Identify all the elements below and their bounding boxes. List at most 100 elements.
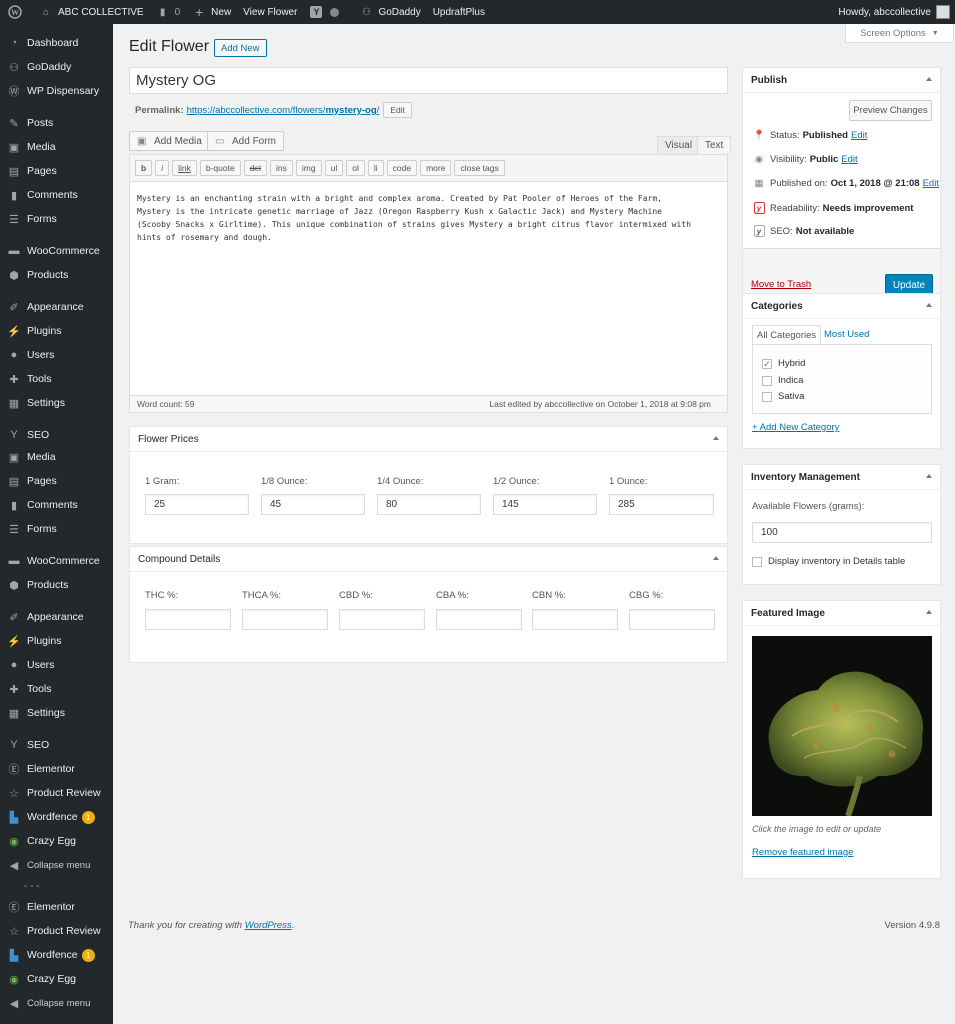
sidebar-item-appearance[interactable]: ✐ Appearance (0, 295, 113, 319)
quicktag-bquote-button[interactable]: b-quote (199, 160, 241, 176)
sidebar-item-settings[interactable]: ▦ Settings (0, 701, 113, 725)
quicktag-italic-button[interactable]: i (155, 160, 170, 176)
collapse-menu-button[interactable]: ◀ Collapse menu (0, 991, 113, 1015)
add-new-category-link[interactable]: + Add New Category (752, 422, 839, 433)
sidebar-item-dashboard[interactable]: ◔ Dashboard (0, 31, 113, 55)
edit-date-link[interactable]: Edit (923, 178, 939, 189)
price-1-gram-input[interactable] (145, 494, 249, 515)
preview-changes-button[interactable]: Preview Changes (849, 100, 932, 121)
post-title-input[interactable] (129, 67, 728, 94)
sidebar-item-elementor[interactable]: Ⓔ Elementor (0, 757, 113, 781)
available-flowers-input[interactable] (752, 522, 932, 543)
sidebar-item-seo[interactable]: Y SEO (0, 423, 113, 447)
remove-featured-image-link[interactable]: Remove featured image (752, 847, 853, 858)
quicktag-img-button[interactable]: img (295, 160, 322, 176)
edit-status-link[interactable]: Edit (851, 130, 867, 141)
sidebar-item-tools[interactable]: ✚ Tools (0, 677, 113, 701)
collapse-menu-button[interactable]: ◀ Collapse menu (0, 853, 113, 877)
wp-logo-menu[interactable]: W (0, 0, 33, 24)
thca-input[interactable] (242, 609, 328, 630)
categories-header[interactable]: Categories (743, 294, 940, 319)
screen-options-button[interactable]: Screen Options ▼ (845, 24, 954, 43)
sidebar-item-users[interactable]: ● Users (0, 343, 113, 367)
sidebar-item-products[interactable]: ⬢ Products (0, 263, 113, 287)
publish-header[interactable]: Publish (743, 68, 940, 93)
featured-image[interactable] (752, 636, 932, 816)
sidebar-item-tools[interactable]: ✚ Tools (0, 367, 113, 391)
price-ounce-input[interactable] (609, 494, 714, 515)
comments-link[interactable]: ▮ 0 (150, 0, 187, 24)
checkbox-checked[interactable]: ✓ (762, 358, 772, 369)
move-to-trash-link[interactable]: Move to Trash (751, 279, 811, 290)
view-flower-link[interactable]: View Flower (237, 0, 303, 24)
sidebar-item-settings[interactable]: ▦ Settings (0, 391, 113, 415)
sidebar-item-godaddy[interactable]: ⚇ GoDaddy (0, 55, 113, 79)
quicktag-ul-button[interactable]: ul (324, 160, 344, 176)
featured-image-header[interactable]: Featured Image (743, 601, 940, 626)
collapse-arrow-icon[interactable] (926, 303, 932, 307)
price-eighth-input[interactable] (261, 494, 365, 515)
tab-all-categories[interactable]: All Categories (752, 325, 822, 344)
thc-input[interactable] (145, 609, 231, 630)
godaddy-link[interactable]: ⚇ GoDaddy (353, 0, 426, 24)
sidebar-item-product-review[interactable]: ☆ Product Review (0, 781, 113, 805)
sidebar-item-plugins[interactable]: ⚡ Plugins (0, 319, 113, 343)
sidebar-item-product-review[interactable]: ☆ Product Review (0, 919, 113, 943)
category-sativa[interactable]: Sativa (762, 391, 804, 402)
new-content-link[interactable]: + New (186, 0, 237, 24)
quicktag-link-button[interactable]: link (172, 160, 197, 176)
collapse-arrow-icon[interactable] (713, 556, 719, 560)
wordpress-link[interactable]: WordPress (245, 920, 292, 931)
sidebar-item-products[interactable]: ⬢ Products (0, 573, 113, 597)
sidebar-item-forms[interactable]: ☰ Forms (0, 207, 113, 231)
permalink-link[interactable]: https://abccollective.com/flowers/myster… (187, 105, 380, 116)
sidebar-item-wordfence[interactable]: ▙ Wordfence 1 (0, 805, 113, 829)
quicktag-ol-button[interactable]: ol (346, 160, 365, 176)
collapse-arrow-icon[interactable] (926, 77, 932, 81)
sidebar-item-seo[interactable]: Y SEO (0, 733, 113, 757)
sidebar-item-crazy-egg[interactable]: ◉ Crazy Egg (0, 967, 113, 991)
collapse-arrow-icon[interactable] (926, 474, 932, 478)
quicktag-more-button[interactable]: more (420, 160, 452, 176)
collapse-arrow-icon[interactable] (926, 610, 932, 614)
sidebar-item-appearance[interactable]: ✐ Appearance (0, 605, 113, 629)
checkbox-unchecked[interactable] (762, 375, 772, 386)
sidebar-item-posts[interactable]: ✎ Posts (0, 111, 113, 135)
quicktag-li-button[interactable]: li (367, 160, 384, 176)
display-inventory-option[interactable]: Display inventory in Details table (752, 556, 905, 567)
sidebar-item-comments[interactable]: ▮ Comments (0, 493, 113, 517)
sidebar-item-woocommerce[interactable]: ▬ WooCommerce (0, 239, 113, 263)
updraftplus-link[interactable]: UpdraftPlus (427, 0, 491, 24)
sidebar-item-plugins[interactable]: ⚡ Plugins (0, 629, 113, 653)
tab-most-used[interactable]: Most Used (820, 325, 873, 344)
tab-text[interactable]: Text (697, 136, 732, 154)
collapse-arrow-icon[interactable] (713, 436, 719, 440)
quicktag-code-button[interactable]: code (386, 160, 418, 176)
category-hybrid[interactable]: ✓ Hybrid (762, 358, 805, 369)
quicktag-ins-button[interactable]: ins (270, 160, 293, 176)
compound-details-header[interactable]: Compound Details (130, 547, 727, 572)
checkbox-unchecked[interactable] (752, 556, 762, 567)
tab-visual[interactable]: Visual (657, 136, 701, 154)
sidebar-item-pages[interactable]: ▤ Pages (0, 159, 113, 183)
cbn-input[interactable] (532, 609, 618, 630)
add-new-button[interactable]: Add New (214, 39, 267, 57)
sidebar-item-users[interactable]: ● Users (0, 653, 113, 677)
flower-prices-header[interactable]: Flower Prices (130, 427, 727, 452)
edit-visibility-link[interactable]: Edit (841, 154, 857, 165)
quicktag-bold-button[interactable]: b (135, 160, 153, 176)
quicktag-close-tags-button[interactable]: close tags (454, 160, 505, 176)
cbd-input[interactable] (339, 609, 425, 630)
cba-input[interactable] (436, 609, 522, 630)
cbg-input[interactable] (629, 609, 715, 630)
quicktag-del-button[interactable]: del (243, 160, 268, 176)
checkbox-unchecked[interactable] (762, 391, 772, 402)
price-half-input[interactable] (493, 494, 597, 515)
sidebar-item-crazy-egg[interactable]: ◉ Crazy Egg (0, 829, 113, 853)
add-form-button[interactable]: ▭ Add Form (207, 131, 284, 151)
inventory-header[interactable]: Inventory Management (743, 465, 940, 490)
sidebar-item-forms[interactable]: ☰ Forms (0, 517, 113, 541)
edit-permalink-button[interactable]: Edit (383, 102, 412, 118)
price-quarter-input[interactable] (377, 494, 481, 515)
sidebar-item-elementor[interactable]: Ⓔ Elementor (0, 895, 113, 919)
